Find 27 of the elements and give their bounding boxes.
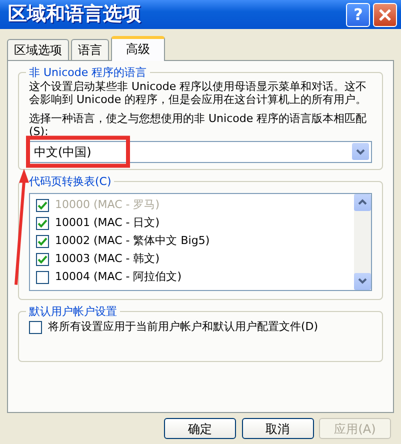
dialog-button[interactable]: 取消 — [242, 418, 314, 439]
list-item[interactable]: 10003 (MAC - 韩文) — [55, 251, 160, 268]
group-title: 非 Unicode 程序的语言 — [28, 65, 148, 80]
tab[interactable]: 区域选项 — [7, 39, 69, 60]
dialog-button[interactable]: 确定 — [164, 418, 236, 439]
tab[interactable]: 语言 — [71, 39, 109, 60]
list-item[interactable]: 10001 (MAC - 日文) — [55, 215, 160, 232]
tab[interactable]: 高级 — [111, 36, 165, 61]
close-button[interactable] — [373, 2, 397, 26]
group-title: 默认用户帐户设置 — [28, 304, 118, 319]
checkbox[interactable] — [36, 271, 49, 284]
prompt-label: 选择一种语言，使之与您想使用的非 Unicode 程序的语言版本相匹配(S): — [29, 112, 368, 138]
close-icon — [378, 8, 392, 22]
list-item[interactable]: 10002 (MAC - 繁体中文 Big5) — [55, 233, 210, 250]
checkbox[interactable] — [36, 235, 49, 248]
checkbox-label[interactable]: 将所有设置应用于当前用户帐户和默认用户配置文件(D) — [48, 318, 318, 336]
window-title: 区域和语言选项 — [8, 2, 142, 28]
scrollbar[interactable] — [354, 194, 371, 290]
list-item[interactable]: 10004 (MAC - 阿拉伯文) — [55, 269, 182, 286]
scroll-up-icon[interactable] — [354, 194, 371, 211]
group-title: 代码页转换表(C) — [28, 174, 112, 189]
description-text: 这个设置启动某些非 Unicode 程序以使用母语显示菜单和对话。这不会影响到 Unicode 的程序，但是会应用在这台计算机上的所有用户。 — [29, 80, 368, 106]
checkbox[interactable] — [36, 217, 49, 230]
language-dropdown[interactable]: 中文(中国) — [29, 140, 372, 163]
checkbox[interactable] — [29, 320, 42, 334]
checkbox[interactable] — [36, 253, 49, 266]
scroll-down-icon[interactable] — [354, 272, 371, 290]
